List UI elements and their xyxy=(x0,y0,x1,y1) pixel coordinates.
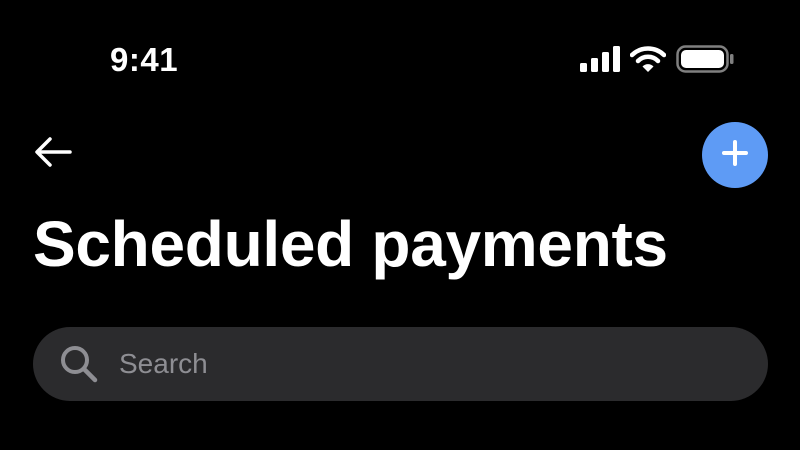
search-icon xyxy=(57,342,101,386)
page-title: Scheduled payments xyxy=(33,208,668,280)
battery-icon xyxy=(676,44,734,78)
add-payment-button[interactable] xyxy=(702,122,768,188)
status-icons xyxy=(580,44,734,78)
status-time: 9:41 xyxy=(110,41,179,78)
search-bar[interactable] xyxy=(33,327,768,401)
wifi-icon xyxy=(629,45,667,78)
search-input[interactable] xyxy=(119,348,719,380)
back-arrow-icon xyxy=(34,136,72,173)
back-button[interactable] xyxy=(32,134,74,174)
status-bar: 9:41 xyxy=(0,0,800,110)
plus-icon xyxy=(721,139,749,172)
cellular-signal-icon xyxy=(580,45,620,77)
